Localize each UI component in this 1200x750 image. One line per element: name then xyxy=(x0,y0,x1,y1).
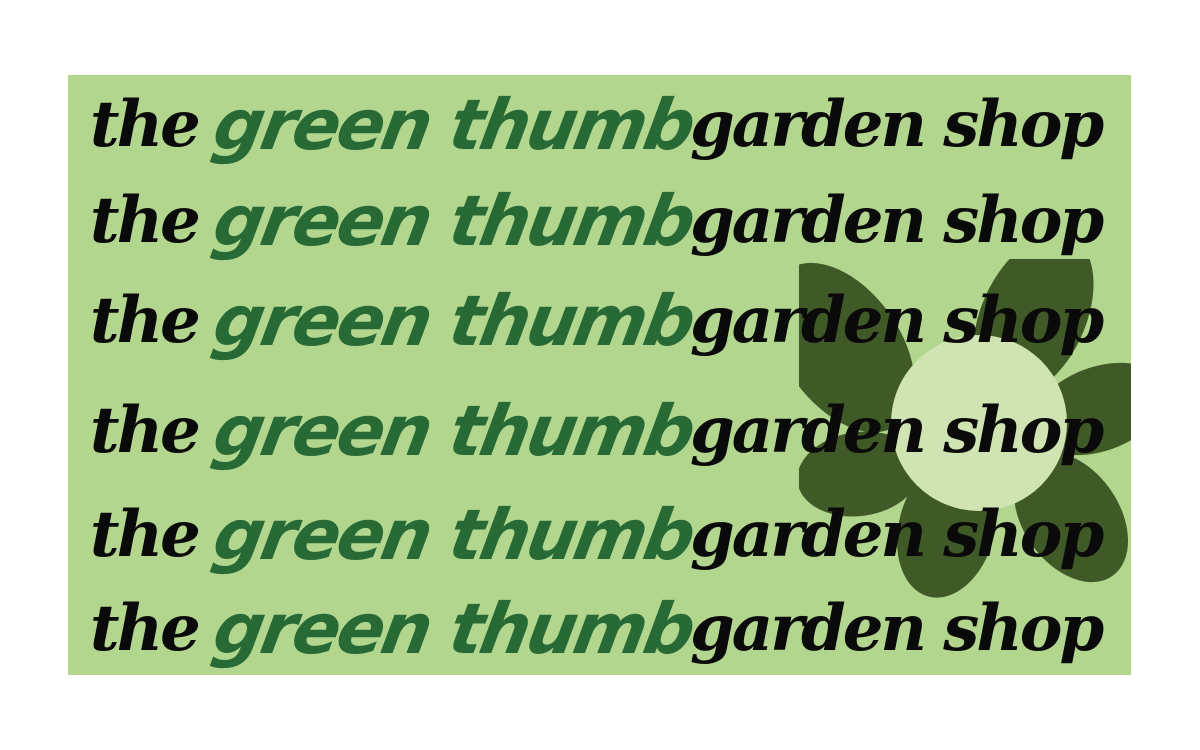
word-the: the xyxy=(90,497,201,572)
word-the: the xyxy=(90,87,201,162)
word-garden-shop: garden shop xyxy=(690,591,1104,666)
banner: the green thumb garden shop the green th… xyxy=(68,75,1131,675)
word-the: the xyxy=(90,183,201,258)
word-garden-shop: garden shop xyxy=(690,393,1104,468)
word-green-thumb: green thumb xyxy=(207,494,700,576)
word-garden-shop: garden shop xyxy=(690,183,1104,258)
slogan-rows: the green thumb garden shop the green th… xyxy=(68,75,1131,675)
word-green-thumb: green thumb xyxy=(207,180,700,262)
word-the: the xyxy=(90,591,201,666)
word-green-thumb: green thumb xyxy=(207,390,700,472)
word-garden-shop: garden shop xyxy=(690,87,1104,162)
word-the: the xyxy=(90,283,201,358)
word-the: the xyxy=(90,393,201,468)
word-green-thumb: green thumb xyxy=(207,280,700,362)
word-garden-shop: garden shop xyxy=(690,497,1104,572)
word-garden-shop: garden shop xyxy=(690,283,1104,358)
word-green-thumb: green thumb xyxy=(207,588,700,670)
word-green-thumb: green thumb xyxy=(207,84,700,166)
